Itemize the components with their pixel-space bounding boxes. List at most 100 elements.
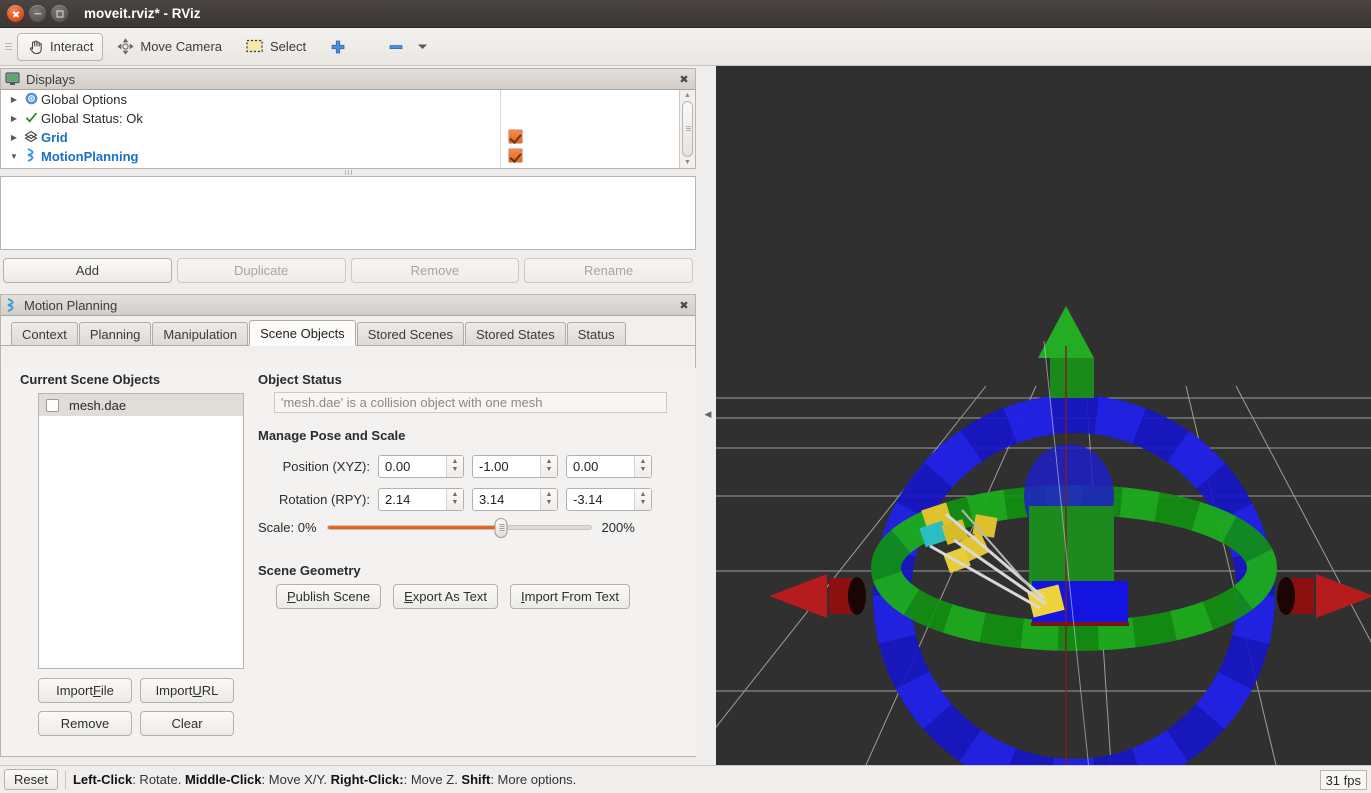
list-item[interactable]: mesh.dae (39, 394, 243, 416)
checkbox-motionplanning[interactable] (508, 148, 523, 163)
tab-stored-states[interactable]: Stored States (464, 322, 566, 345)
position-row: Position (XYZ): 0.00 ▲ ▼ -1.00 ▲ ▼ 0.00 ▲ ▼ (258, 453, 678, 479)
tree-row-global-options[interactable]: ▶ Global Options (1, 90, 679, 109)
position-z-input[interactable]: 0.00 ▲ ▼ (566, 454, 652, 478)
remove-display-button[interactable]: Remove (350, 258, 520, 283)
motion-planning-tabs: Context Planning Manipulation Scene Obje… (1, 320, 695, 346)
hand-cursor-icon (27, 38, 44, 55)
object-checkbox[interactable] (46, 398, 59, 412)
tool-select[interactable]: Select (236, 33, 316, 61)
expander-icon[interactable]: ▶ (7, 95, 21, 104)
spinner-arrows[interactable]: ▲ ▼ (540, 488, 557, 510)
toolbar-grip[interactable] (3, 43, 13, 50)
displays-scrollbar[interactable]: ▲ ▼ (679, 90, 695, 168)
tool-add[interactable] (320, 33, 356, 61)
position-y-value: -1.00 (479, 458, 509, 474)
rotation-p-value: 3.14 (479, 491, 505, 507)
checkbox-grid[interactable] (508, 129, 523, 144)
mnemonic: P (287, 589, 296, 604)
rviz-window: moveit.rviz* - RViz Interact Move Camera… (0, 0, 1371, 793)
scene-objects-list[interactable]: mesh.dae (38, 393, 244, 669)
tool-remove[interactable] (378, 33, 438, 61)
tab-manipulation[interactable]: Manipulation (152, 322, 249, 345)
rotation-r-value: 2.14 (385, 491, 411, 507)
close-icon[interactable]: ✖ (677, 72, 691, 86)
rotation-y-value: -3.14 (573, 491, 603, 507)
rotation-y-input[interactable]: -3.14 ▲ ▼ (566, 487, 652, 511)
object-status-field: 'mesh.dae' is a collision object with on… (274, 392, 667, 413)
duplicate-button[interactable]: Duplicate (176, 258, 346, 283)
rename-button[interactable]: Rename (524, 258, 693, 283)
add-button[interactable]: Add (3, 258, 172, 283)
spinner-arrows[interactable]: ▲ ▼ (634, 488, 651, 510)
publish-scene-button[interactable]: Publish Scene (276, 584, 382, 609)
scrollbar-thumb[interactable] (682, 101, 693, 157)
expander-icon[interactable]: ▶ (7, 114, 21, 123)
rotation-row: Rotation (RPY): 2.14 ▲ ▼ 3.14 ▲ ▼ -3.14 ▲ ▼ (258, 486, 678, 512)
tool-interact[interactable]: Interact (17, 32, 104, 61)
motion-planning-header: Motion Planning ✖ (0, 294, 696, 316)
spinner-arrows[interactable]: ▲ ▼ (446, 455, 463, 477)
scroll-up-icon[interactable]: ▲ (684, 92, 691, 99)
label-pre: Import (56, 683, 93, 698)
tree-label: Global Options (41, 92, 127, 107)
position-label: Position (XYZ): (282, 458, 370, 474)
position-y-input[interactable]: -1.00 ▲ ▼ (472, 454, 558, 478)
label-rest: mport From Text (524, 589, 619, 604)
tab-context[interactable]: Context (11, 322, 78, 345)
tree-row-grid[interactable]: ▶ Grid (1, 128, 679, 147)
expander-icon[interactable]: ▶ (7, 133, 21, 142)
label-rest: xport As Text (412, 589, 487, 604)
hint-bold-right-click: Right-Click: (330, 772, 404, 787)
tree-label: Grid (41, 130, 68, 145)
import-file-button[interactable]: Import File (38, 678, 132, 703)
hint-text-left-click: : Rotate. (132, 772, 185, 787)
scale-slider-fill (327, 526, 507, 529)
tree-row-motionplanning[interactable]: ▼ MotionPlanning (1, 147, 679, 166)
spinner-arrows[interactable]: ▲ ▼ (540, 455, 557, 477)
tab-planning[interactable]: Planning (78, 322, 152, 345)
green-box (1029, 506, 1114, 586)
tab-scene-objects[interactable]: Scene Objects (249, 320, 356, 346)
tab-stored-scenes[interactable]: Stored Scenes (356, 322, 464, 345)
fps-indicator: 31 fps (1319, 770, 1367, 790)
reset-button[interactable]: Reset (4, 769, 58, 790)
rotation-r-input[interactable]: 2.14 ▲ ▼ (378, 487, 464, 511)
scroll-down-icon[interactable]: ▼ (684, 159, 691, 166)
position-x-input[interactable]: 0.00 ▲ ▼ (378, 454, 464, 478)
import-from-text-button[interactable]: Import From Text (509, 584, 630, 609)
label-rest: RL (201, 683, 219, 698)
hint-bold-shift: Shift (461, 772, 491, 787)
import-button-row: Import File Import U RL (38, 678, 234, 703)
scene-geometry-title: Scene Geometry (258, 563, 361, 578)
expander-icon[interactable]: ▼ (7, 152, 21, 161)
rotation-p-input[interactable]: 3.14 ▲ ▼ (472, 487, 558, 511)
minimize-icon[interactable] (29, 5, 46, 22)
spinner-arrows[interactable]: ▲ ▼ (634, 455, 651, 477)
label-rest: ile (100, 683, 114, 698)
scale-slider[interactable] (326, 517, 592, 538)
remove-object-button[interactable]: Remove (38, 711, 132, 736)
hint-text-middle-click: : Move X/Y. (261, 772, 331, 787)
3d-viewport[interactable]: http://blog. csdn. net/xu112900 (716, 66, 1371, 765)
close-icon[interactable]: ✖ (677, 298, 691, 312)
scale-slider-handle[interactable] (494, 517, 508, 538)
maximize-icon[interactable] (51, 5, 68, 22)
clear-objects-button[interactable]: Clear (140, 711, 234, 736)
status-bar: Reset Left-Click: Rotate. Middle-Click: … (0, 765, 1371, 793)
column-splitter[interactable] (500, 90, 501, 168)
tab-status[interactable]: Status (566, 322, 626, 345)
spinner-arrows[interactable]: ▲ ▼ (446, 488, 463, 510)
close-icon[interactable] (7, 5, 24, 22)
panel-splitter[interactable] (0, 169, 696, 176)
current-scene-objects-title: Current Scene Objects (20, 372, 161, 387)
tool-move-camera[interactable]: Move Camera (107, 33, 232, 61)
import-url-button[interactable]: Import U RL (140, 678, 234, 703)
chevron-down-icon[interactable] (417, 42, 428, 51)
position-z-value: 0.00 (573, 458, 599, 474)
dashed-rectangle-icon (246, 39, 264, 54)
panel-collapse-handle[interactable]: ◀ (702, 405, 714, 423)
tree-row-global-status[interactable]: ▶ Global Status: Ok (1, 109, 679, 128)
displays-panel-title: Displays (26, 71, 76, 87)
export-as-text-button[interactable]: Export As Text (393, 584, 498, 609)
